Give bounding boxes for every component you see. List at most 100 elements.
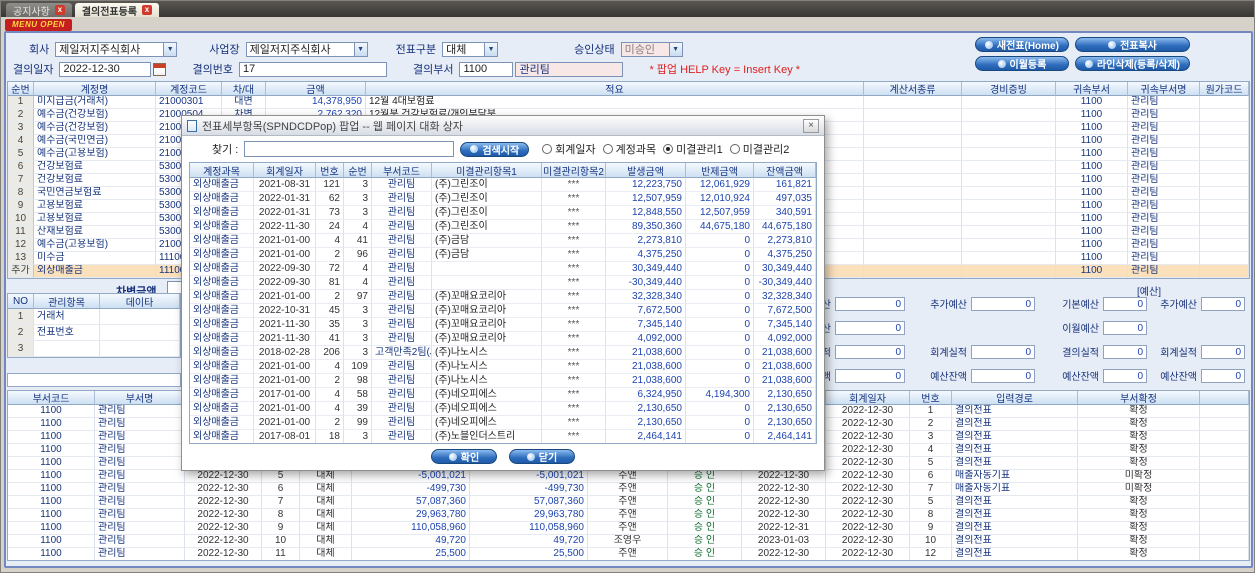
- dept-code-field[interactable]: 1100: [459, 61, 514, 77]
- table-row[interactable]: 외상매출금2018-02-282063고객만족2팀(JJ(주)나노시스***21…: [190, 346, 816, 360]
- cell: 4,375,250: [606, 248, 686, 262]
- table-row[interactable]: 외상매출금 2022-10-31 45 3 관리팀 (주)꼬매요코리아 *** 7,672,5…: [190, 304, 816, 318]
- radio-미결관리1[interactable]: 미결관리1: [663, 141, 723, 157]
- cell: 2022-12-30: [826, 444, 910, 457]
- budget-value-field[interactable]: 0: [971, 296, 1035, 311]
- approval-select[interactable]: 미승인 ▼: [620, 41, 683, 57]
- budget-value-field[interactable]: 0: [1103, 344, 1147, 359]
- table-row[interactable]: 외상매출금 2021-01-00 2 98 관리팀 (주)나노시스 *** 21,038,60…: [190, 374, 816, 388]
- close-icon[interactable]: x: [54, 5, 65, 15]
- cell: 관리팀: [372, 206, 432, 220]
- budget-value-field[interactable]: 0: [1103, 296, 1147, 311]
- table-row[interactable]: 외상매출금 2021-11-30 41 3 관리팀 (주)꼬매요코리아 *** 4,092,0…: [190, 332, 816, 346]
- calendar-icon[interactable]: [153, 62, 167, 76]
- menu-open-badge[interactable]: MENU OPEN: [5, 19, 72, 31]
- new-voucher-button[interactable]: 새전표(Home): [974, 37, 1069, 52]
- table-row[interactable]: 1100 관리팀 2022-12-30 5 대체 -5,001,021 -5,001,021…: [8, 470, 1249, 483]
- table-row[interactable]: 1100 관리팀 2022-12-30 8 대체 29,963,780 29,963,780…: [8, 509, 1249, 522]
- cell: 외상매출금: [190, 248, 254, 262]
- popup-search-input[interactable]: [244, 141, 455, 157]
- cell: 0: [686, 304, 754, 318]
- table-row[interactable]: 외상매출금 2022-01-31 73 3 관리팀 (주)그린조이 *** 12,848,55…: [190, 206, 816, 220]
- cell: 73: [316, 206, 344, 220]
- copy-voucher-button[interactable]: 전표복사: [1074, 37, 1190, 52]
- table-row[interactable]: 외상매출금 2021-01-00 4 109 관리팀 (주)나노시스 *** 21,038,6…: [190, 360, 816, 374]
- close-icon[interactable]: ×: [803, 118, 819, 133]
- cell: 외상매출금: [190, 318, 254, 332]
- cell: 관리팀: [1128, 252, 1200, 265]
- table-row[interactable]: 1100 관리팀 2022-12-30 6 대체 -499,730 -499,730 주앤 승 …: [8, 483, 1249, 496]
- table-row[interactable]: 외상매출금 2021-08-31 121 3 관리팀 (주)그린조이 *** 12,223,7…: [190, 178, 816, 192]
- budget-value-field[interactable]: 0: [1201, 368, 1245, 383]
- cell: 대변: [222, 96, 266, 109]
- table-row[interactable]: 외상매출금 2022-09-30 81 4 관리팀 *** -30,349,440 0 -30,…: [190, 276, 816, 290]
- table-row[interactable]: 외상매출금 2021-01-00 2 97 관리팀 (주)꼬매요코리아 *** 32,328,…: [190, 290, 816, 304]
- radio-계정과목[interactable]: 계정과목: [602, 141, 656, 157]
- table-row[interactable]: 외상매출금 2021-01-00 4 39 관리팀 (주)네오피에스 *** 2,130,65…: [190, 402, 816, 416]
- budget-value-field[interactable]: 0: [1103, 368, 1147, 383]
- budget-value-field[interactable]: 0: [971, 368, 1035, 383]
- cell: ***: [542, 290, 606, 304]
- budget-value-field[interactable]: 0: [835, 320, 905, 335]
- radio-미결관리2[interactable]: 미결관리2: [729, 141, 789, 157]
- table-row[interactable]: 외상매출금 2022-11-30 24 4 관리팀 (주)그린조이 *** 89,350,36…: [190, 220, 816, 234]
- budget-value-field[interactable]: 0: [971, 344, 1035, 359]
- table-row[interactable]: 3: [8, 341, 180, 357]
- table-row[interactable]: 1100 관리팀 2022-12-30 7 대체 57,087,360 57,087,360…: [8, 496, 1249, 509]
- cell: 2022-12-30: [742, 509, 826, 522]
- table-row[interactable]: 외상매출금 2022-01-31 62 3 관리팀 (주)그린조이 *** 12,507,95…: [190, 192, 816, 206]
- cell: 관리팀: [95, 509, 185, 522]
- cell: 확정: [1078, 405, 1200, 418]
- site-select[interactable]: 제일저지주식회사 ▼: [245, 41, 368, 57]
- close-button[interactable]: 닫기: [509, 449, 575, 464]
- table-row[interactable]: 1100 관리팀 2022-12-30 10 대체 49,720 49,720 조영우 승 인2…: [8, 535, 1249, 548]
- budget-value-field[interactable]: 0: [835, 344, 905, 359]
- carryover-button[interactable]: 이월등록: [974, 56, 1069, 71]
- cell: 관리팀: [372, 374, 432, 388]
- cell: (주)나노시스: [432, 374, 542, 388]
- company-select[interactable]: 제일저지주식회사 ▼: [55, 41, 178, 57]
- budget-value-field[interactable]: 0: [835, 296, 905, 311]
- table-row[interactable]: 외상매출금 2021-01-00 4 41 관리팀 (주)금담 *** 2,273,810 0 2…: [190, 234, 816, 248]
- cell: 관리팀: [372, 332, 432, 346]
- budget-value-field[interactable]: 0: [1201, 296, 1245, 311]
- cell: 매출자동기표: [952, 470, 1078, 483]
- copy-voucher-icon: [1108, 40, 1117, 49]
- budget-value-field[interactable]: 0: [835, 368, 905, 383]
- table-row[interactable]: 1100 관리팀 2022-12-30 9 대체 110,058,960 110,058,9…: [8, 522, 1249, 535]
- table-row[interactable]: 외상매출금 2021-01-00 2 96 관리팀 (주)금담 *** 4,375,250 0 4…: [190, 248, 816, 262]
- tab-voucher-entry[interactable]: 결의전표등록 x: [74, 3, 160, 18]
- cell: 관리팀: [95, 548, 185, 560]
- slip-type-select[interactable]: 대체 ▼: [442, 41, 499, 57]
- table-row[interactable]: 1100 관리팀 2022-12-30 11 대체 25,500 25,500 주앤 승 인 20…: [8, 548, 1249, 560]
- table-row[interactable]: 1 미지급금(거래처) 21000301 대변 14,378,950 12월 4대보험료 1…: [8, 96, 1249, 109]
- cell: 1100: [1056, 213, 1128, 226]
- table-row[interactable]: 외상매출금 2022-09-30 72 4 관리팀 *** 30,349,440 0 30,34…: [190, 262, 816, 276]
- close-icon[interactable]: x: [142, 5, 153, 15]
- cell: 승 인: [668, 522, 742, 535]
- radio-회계일자[interactable]: 회계일자: [542, 141, 596, 157]
- ok-button[interactable]: 확인: [431, 449, 497, 464]
- table-row[interactable]: 외상매출금 2021-01-00 2 99 관리팀 (주)네오피에스 *** 2,130,65…: [190, 416, 816, 430]
- management-item-input[interactable]: [7, 373, 181, 387]
- cell: (주)나노시스: [432, 360, 542, 374]
- cell: 1100: [1056, 265, 1128, 278]
- budget-value-field[interactable]: 0: [1103, 320, 1147, 335]
- voucher-no-field[interactable]: 17: [238, 61, 387, 77]
- cell: 관리팀: [372, 262, 432, 276]
- tab-notice[interactable]: 공지사항 x: [6, 3, 72, 18]
- date-field[interactable]: 2022-12-30: [59, 61, 152, 77]
- table-row[interactable]: 외상매출금 2017-01-00 4 58 관리팀 (주)네오피에스 *** 6,324,95…: [190, 388, 816, 402]
- cell: 관리팀: [372, 178, 432, 192]
- table-row[interactable]: 외상매출금 2021-11-30 35 3 관리팀 (주)꼬매요코리아 *** 7,345,1…: [190, 318, 816, 332]
- column-header: 미결관리항목2: [542, 163, 606, 178]
- cell: (주)그린조이: [432, 220, 542, 234]
- table-row[interactable]: 1 거래처: [8, 309, 180, 325]
- cell: 8: [910, 509, 952, 522]
- table-row[interactable]: 외상매출금 2017-08-01 18 3 관리팀 (주)노블인더스트리 *** 2,464,…: [190, 430, 816, 443]
- line-delete-button[interactable]: 라인삭제(등록/삭제): [1074, 56, 1190, 71]
- popup-title-bar[interactable]: 전표세부항목(SPNDCDPop) 팝업 -- 웹 페이지 대화 상자 ×: [182, 116, 824, 136]
- search-button[interactable]: 검색시작: [460, 141, 530, 157]
- table-row[interactable]: 2 전표번호: [8, 325, 180, 341]
- budget-value-field[interactable]: 0: [1201, 344, 1245, 359]
